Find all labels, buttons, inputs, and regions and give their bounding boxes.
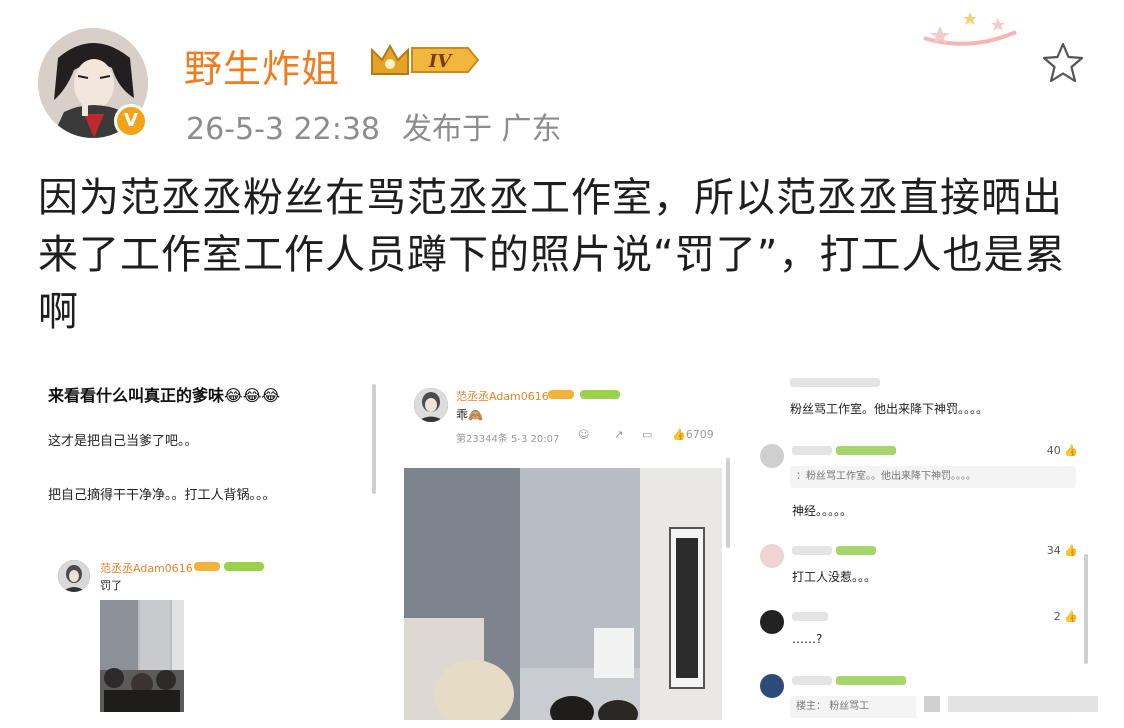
comment2-avatar[interactable] (760, 544, 784, 568)
embed-username: 范丞丞Adam0616 (100, 562, 193, 575)
post-date: 26-5-3 22:38 (186, 112, 380, 147)
comment-top-text: 粉丝骂工作室。他出来降下神罚。。。。 (790, 402, 989, 416)
embed-text: 罚了 (100, 579, 122, 592)
comment1-name[interactable] (792, 446, 832, 455)
panel2-likes: 6709 (685, 428, 714, 441)
comment1-badge (836, 446, 896, 455)
panel2-tag-badge (580, 390, 620, 399)
embed-photo[interactable] (100, 600, 184, 712)
share-icon[interactable]: ↗ (614, 428, 623, 441)
embed-tag-level (194, 562, 220, 571)
verified-badge: V (114, 104, 148, 138)
panel2-tag-level (548, 390, 574, 399)
panel1-title: 来看看什么叫真正的爹味😂😂😂 (48, 386, 281, 405)
panel2-photo[interactable] (404, 468, 722, 720)
panel3-scrollbar[interactable] (1084, 554, 1088, 664)
sparkle-decoration (920, 6, 1020, 50)
panel2-text: 乖🙈 (456, 408, 483, 422)
panel2-meta: 第23344条 5-3 20:07 (456, 434, 560, 445)
comment1-text: 神经。。。。。 (792, 504, 853, 518)
screenshot-panel-2[interactable]: 范丞丞Adam0616 乖🙈 第23344条 5-3 20:07 ☺ ↗ ▭ 👍… (390, 374, 734, 720)
comment-icon[interactable]: ▭ (642, 428, 652, 441)
embed-avatar (58, 560, 90, 592)
comment2-name[interactable] (792, 546, 832, 555)
post-location: 发布于 广东 (402, 112, 562, 147)
comment1-quote: ：粉丝骂工作室。。他出来降下神罚。。。。 (790, 466, 1076, 488)
post-meta: 26-5-3 22:38 发布于 广东 (186, 104, 584, 148)
comment1-likes[interactable]: 40 👍 (1047, 444, 1078, 457)
screenshot-panel-3[interactable]: 粉丝骂工作室。他出来降下神罚。。。。 40 👍 ：粉丝骂工作室。。他出来降下神罚… (746, 374, 1090, 720)
post-text: 因为范丞丞粉丝在骂范丞丞工作室，所以范丞丞直接晒出来了工作室工作人员蹲下的照片说… (38, 175, 1066, 335)
comment2-likes[interactable]: 34 👍 (1047, 544, 1078, 557)
level-badge: IV (368, 40, 480, 78)
comment3-likes[interactable]: 2 👍 (1054, 610, 1078, 623)
watermark (916, 690, 1112, 718)
comment4-badge (836, 676, 906, 685)
like-count[interactable]: 👍6709 (672, 428, 714, 441)
comment4-name[interactable] (792, 676, 832, 685)
star-outline-icon[interactable] (1040, 40, 1086, 86)
comment-top-bar (790, 378, 880, 387)
panel1-line-2: 把自己摘得干干净净。。打工人背锅。。。 (48, 488, 276, 503)
comment3-avatar[interactable] (760, 610, 784, 634)
panel1-line-1: 这才是把自己当爹了吧。。 (48, 434, 198, 449)
comment3-text: ……? (792, 632, 823, 646)
comment4-avatar[interactable] (760, 674, 784, 698)
panel2-scrollbar[interactable] (726, 458, 730, 548)
comment2-badge (836, 546, 876, 555)
comment3-name[interactable] (792, 612, 828, 621)
panel2-avatar[interactable] (414, 388, 448, 422)
comment2-text: 打工人没惹。。。 (792, 570, 877, 584)
embed-tag-badge (224, 562, 264, 571)
svg-text:IV: IV (428, 51, 453, 72)
author-name[interactable]: 野生炸姐 (184, 38, 340, 93)
comment1-avatar[interactable] (760, 444, 784, 468)
panel1-scrollbar[interactable] (372, 384, 376, 494)
emoji-icon[interactable]: ☺ (578, 428, 589, 441)
panel2-username[interactable]: 范丞丞Adam0616 (456, 388, 549, 404)
screenshot-panel-1[interactable]: 来看看什么叫真正的爹味😂😂😂 这才是把自己当爹了吧。。 把自己摘得干干净净。。打… (36, 374, 378, 720)
